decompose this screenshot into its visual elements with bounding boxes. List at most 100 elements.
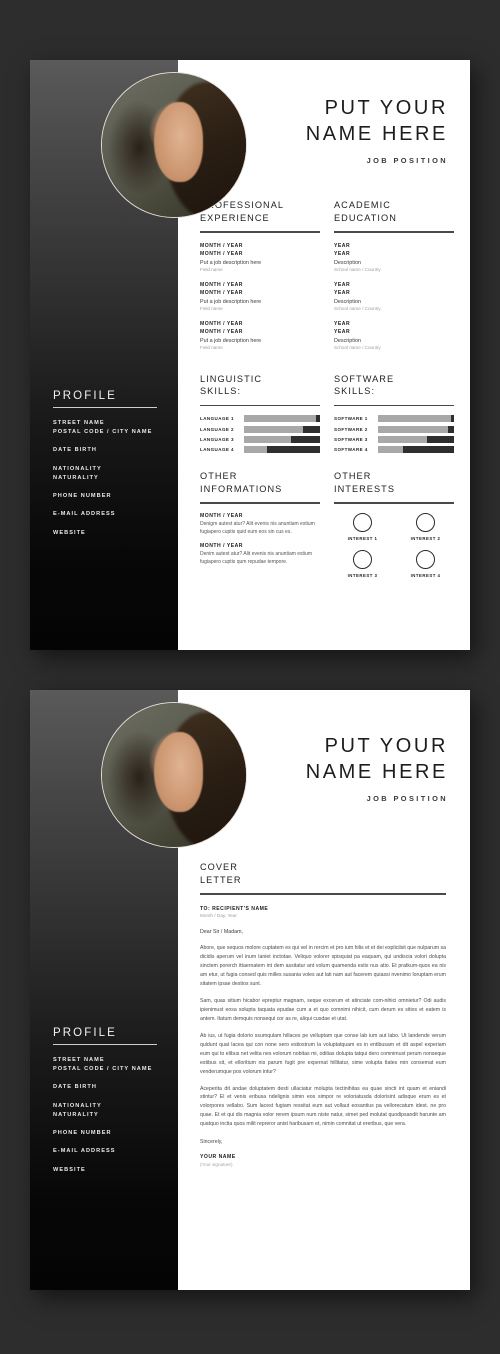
- interest-item: INTEREST 3: [334, 549, 391, 578]
- skill-row: SOFTWARE 1: [334, 415, 454, 423]
- entry-subtitle: School name / Country: [334, 266, 381, 272]
- interest-circle-icon: [353, 512, 372, 532]
- section-title-line-1: COVER: [200, 862, 238, 873]
- skill-bar-remainder: [266, 446, 320, 454]
- letter-recipient: TO: RECIPIENT'S NAME: [200, 905, 269, 912]
- letter-date: Month / Day, Year: [200, 913, 237, 919]
- section-title-line-2: INFORMATIONS: [200, 483, 283, 494]
- section-other-informations: OTHER INFORMATIONS MONTH / YEAR Denigm au…: [200, 470, 320, 578]
- profile-contact-list: STREET NAME POSTAL CODE / CITY NAME DATE B…: [53, 1056, 168, 1175]
- profile-line: PHONE NUMBER: [53, 1130, 112, 1137]
- profile-group: NATIONALITY NATURALITY: [53, 1102, 168, 1120]
- skill-bar-remainder: [316, 415, 320, 423]
- linguistic-skill-bars: LANGUAGE 1 LANGUAGE 2 LANGUAGE 3 LANGUAGE 4: [200, 415, 320, 454]
- entry-date-start: YEAR: [334, 281, 351, 288]
- skill-row: LANGUAGE 4: [200, 446, 320, 454]
- profile-group: DATE BIRTH: [53, 1083, 168, 1092]
- info-text: Denigm autest atur? Alit evenis nis anun…: [200, 520, 315, 535]
- entry: MONTH / YEAR MONTH / YEAR Put a job descri…: [200, 320, 320, 350]
- skill-label: SOFTWARE 4: [334, 447, 368, 453]
- entry-description: Put a job description here: [200, 259, 262, 266]
- lips-detail: [174, 155, 183, 160]
- letter-signature-name: YOUR NAME: [200, 1154, 236, 1161]
- profile-line: POSTAL CODE / CITY NAME: [53, 1066, 153, 1073]
- eye-detail: [171, 760, 179, 764]
- profile-line: POSTAL CODE / CITY NAME: [53, 429, 153, 436]
- entry: MONTH / YEAR MONTH / YEAR Put a job descri…: [200, 281, 320, 311]
- skill-bar-remainder: [447, 425, 454, 433]
- profile-title: PROFILE: [53, 390, 117, 402]
- skill-label: LANGUAGE 1: [200, 416, 235, 422]
- skill-label: LANGUAGE 3: [200, 436, 235, 442]
- interest-item: INTEREST 1: [334, 512, 391, 541]
- skill-row: SOFTWARE 2: [334, 425, 454, 433]
- software-skill-bars: SOFTWARE 1 SOFTWARE 2 SOFTWARE 3 SOFTWARE 4: [334, 415, 454, 454]
- profile-group: WEBSITE: [53, 529, 168, 538]
- entry-description: Description: [334, 298, 361, 305]
- letter-salutation: Dear Sir / Madam,: [200, 929, 243, 936]
- skill-label: SOFTWARE 3: [334, 436, 368, 442]
- entry-date-end: YEAR: [334, 290, 351, 297]
- entry: YEAR YEAR Description School name / Country: [334, 242, 454, 272]
- profile-group: PHONE NUMBER: [53, 492, 168, 501]
- profile-line: E-MAIL ADDRESS: [53, 511, 116, 518]
- skill-label: SOFTWARE 1: [334, 416, 368, 422]
- info-entry: MONTH / YEAR Denigm autest atur? Alit eve…: [200, 513, 320, 537]
- profile-block: PROFILE STREET NAME POSTAL CODE / CITY NA…: [53, 1027, 168, 1184]
- entry: YEAR YEAR Description School name / Country: [334, 320, 454, 350]
- profile-line: PHONE NUMBER: [53, 493, 112, 500]
- skill-bar-remainder: [291, 435, 320, 443]
- section-academic-education: ACADEMIC EDUCATION YEAR YEAR Description Sc…: [334, 199, 454, 359]
- resume-page-one: PROFILE STREET NAME POSTAL CODE / CITY NA…: [30, 60, 470, 650]
- profile-contact-list: STREET NAME POSTAL CODE / CITY NAME DATE B…: [53, 419, 168, 538]
- profile-photo-page-one: [101, 72, 247, 218]
- skill-row: SOFTWARE 4: [334, 446, 454, 454]
- section-title-line-1: SOFTWARE: [334, 373, 395, 384]
- section-title-line-1: OTHER: [334, 471, 372, 482]
- skill-bar-remainder: [427, 435, 454, 443]
- section-divider: [334, 502, 454, 504]
- entry-date-start: YEAR: [334, 320, 351, 327]
- entry-description: Put a job description here: [200, 298, 262, 305]
- entry-date-end: YEAR: [334, 329, 351, 336]
- profile-line: STREET NAME: [53, 420, 105, 426]
- section-divider: [200, 231, 320, 233]
- info-date: MONTH / YEAR: [200, 543, 243, 550]
- profile-line: NATIONALITY: [53, 465, 102, 472]
- experience-entries: MONTH / YEAR MONTH / YEAR Put a job descri…: [200, 242, 320, 350]
- entry: YEAR YEAR Description School name / Country: [334, 281, 454, 311]
- skill-bar-track: [244, 415, 320, 423]
- letter-closing: Sincerely,: [200, 1139, 223, 1146]
- section-linguistic-skills: LINGUISTIC SKILLS: LANGUAGE 1 LANGUAGE 2L…: [200, 373, 320, 456]
- interests-grid: INTEREST 1 INTEREST 2 INTEREST 3 INTEREST 4: [334, 512, 454, 578]
- entry-subtitle: Field name: [200, 344, 223, 350]
- row-skills: LINGUISTIC SKILLS: LANGUAGE 1 LANGUAGE 2L…: [178, 359, 470, 456]
- section-title-line-2: LETTER: [200, 874, 242, 885]
- resume-page-two: PROFILE STREET NAME POSTAL CODE / CITY NA…: [30, 690, 470, 1290]
- profile-group: E-MAIL ADDRESS: [53, 510, 168, 519]
- profile-group: STREET NAME POSTAL CODE / CITY NAME: [53, 1056, 168, 1074]
- letter-paragraph: Abore, que sequos molore cuptatem es qui…: [200, 945, 446, 988]
- skill-bar-remainder: [403, 446, 454, 454]
- skill-bar-track: [244, 435, 320, 443]
- screenshot-stage: PROFILE STREET NAME POSTAL CODE / CITY NA…: [0, 0, 500, 1354]
- profile-group: PHONE NUMBER: [53, 1129, 168, 1138]
- letter-paragraph: Aceperita dit andae doluptatem desti ull…: [200, 1085, 446, 1128]
- section-title-line-2: SKILLS:: [334, 386, 376, 397]
- profile-line: WEBSITE: [53, 1166, 86, 1173]
- profile-group: WEBSITE: [53, 1166, 168, 1175]
- education-entries: YEAR YEAR Description School name / Country…: [334, 242, 454, 350]
- section-divider: [200, 893, 446, 895]
- interest-label: INTEREST 3: [347, 572, 378, 578]
- profile-divider: [53, 1044, 157, 1045]
- skill-bar-remainder: [450, 415, 454, 423]
- profile-title: PROFILE: [53, 1027, 117, 1039]
- skill-bar-remainder: [303, 425, 320, 433]
- skill-bar-track: [244, 425, 320, 433]
- skill-bar-track: [378, 415, 454, 423]
- entry-description: Put a job description here: [200, 337, 262, 344]
- entry-date-start: MONTH / YEAR: [200, 320, 243, 327]
- eyebrow-detail: [168, 754, 181, 757]
- profile-line: WEBSITE: [53, 529, 86, 536]
- section-professional-experience: PROFESSIONAL EXPERIENCE MONTH / YEARMONT…: [200, 199, 320, 359]
